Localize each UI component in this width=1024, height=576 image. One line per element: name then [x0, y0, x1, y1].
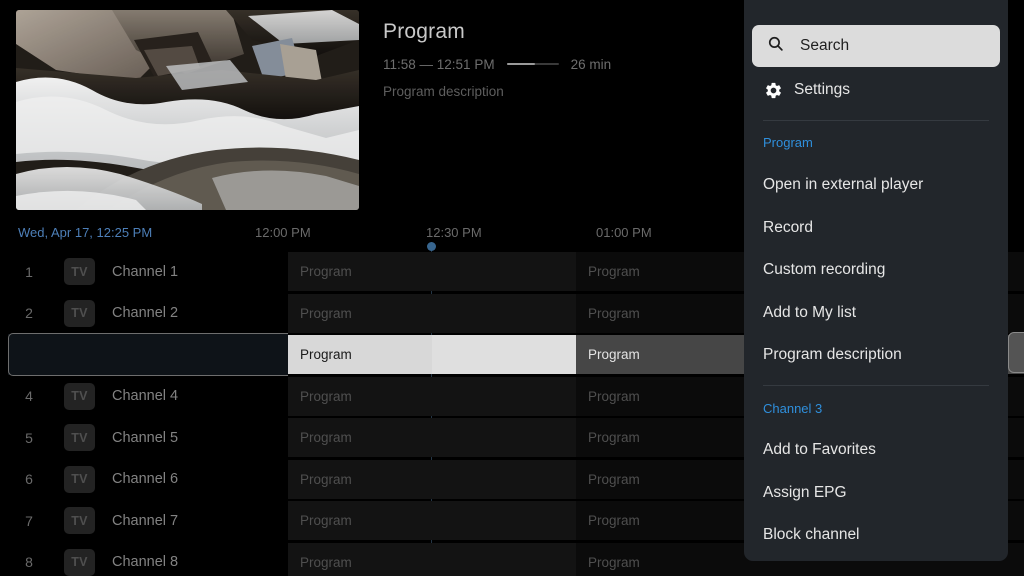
selected-program-cell-edge [1008, 332, 1024, 373]
menu-divider-1 [763, 120, 989, 121]
search-label: Search [800, 37, 850, 54]
channel-number: 2 [25, 305, 33, 321]
program-time-range: 11:58 — 12:51 PM [383, 56, 495, 72]
program-cell[interactable]: Program [288, 501, 576, 540]
program-cell[interactable]: Program [288, 418, 576, 457]
channel-number: 8 [25, 554, 33, 570]
program-description: Program description [383, 84, 504, 99]
channel-name: Channel 1 [112, 263, 179, 280]
search-icon [767, 35, 784, 57]
menu-section-heading-channel: Channel 3 [763, 401, 823, 416]
settings-label: Settings [794, 81, 851, 98]
program-info: Program 11:58 — 12:51 PM 26 min Program … [383, 18, 733, 99]
context-menu-panel: Search Settings Program Open in external… [744, 0, 1008, 561]
menu-item[interactable]: Program description [763, 343, 902, 367]
channel-number: 1 [25, 263, 33, 280]
menu-item[interactable]: Open in external player [763, 173, 923, 197]
menu-item-label: Program description [763, 346, 902, 363]
channel-name: Channel 8 [112, 554, 179, 570]
program-meta: 11:58 — 12:51 PM 26 min [383, 56, 733, 72]
channel-name: Channel 4 [112, 388, 179, 404]
tv-icon: TV [64, 258, 95, 285]
page-title: Program [383, 20, 465, 43]
menu-item[interactable]: Add to Favorites [763, 438, 876, 462]
tv-icon: TV [64, 465, 95, 493]
program-duration: 26 min [570, 56, 612, 72]
menu-item-label: Open in external player [763, 176, 924, 193]
play-icon[interactable] [263, 347, 273, 362]
channel-name: Channel 5 [112, 429, 179, 446]
channel-number: 4 [25, 388, 33, 404]
channel-number: 6 [25, 471, 33, 487]
menu-item-settings[interactable]: Settings [763, 78, 850, 102]
program-cell[interactable]: Program [288, 376, 576, 416]
timeline-tick: 01:00 PM [596, 225, 652, 240]
menu-item[interactable]: Record [763, 216, 813, 240]
channel-name: Channel 7 [112, 512, 179, 529]
menu-item[interactable]: Assign EPG [763, 481, 847, 505]
current-time-dot [427, 242, 436, 251]
timeline-current-date: Wed, Apr 17, 12:25 PM [18, 225, 153, 240]
program-progress-fill [506, 63, 536, 65]
menu-item-label: Add to My list [763, 303, 857, 321]
program-cell[interactable]: Program [288, 459, 576, 499]
menu-item-label: Custom recording [763, 261, 886, 278]
tv-icon: TV [64, 341, 95, 368]
timeline-tick: 12:30 PM [426, 225, 482, 240]
menu-divider-2 [763, 385, 989, 386]
tv-icon: TV [64, 299, 95, 327]
search-input[interactable]: Search [752, 25, 1000, 67]
menu-item-label: Block channel [763, 526, 860, 543]
channel-name: Channel 2 [112, 305, 179, 321]
program-cell-elapsed-split [432, 335, 576, 374]
tv-icon: TV [64, 424, 95, 451]
menu-item-label: Record [763, 218, 813, 236]
menu-item[interactable]: Block channel [763, 523, 860, 547]
channel-number: 3 [25, 346, 33, 363]
program-cell[interactable]: Program [288, 252, 576, 291]
menu-item-label: Assign EPG [763, 483, 847, 501]
tv-icon: TV [64, 382, 95, 410]
program-progress-bar [506, 63, 559, 65]
channel-name: Channel 3 [112, 346, 179, 363]
channel-number: 5 [25, 429, 33, 446]
timeline-tick: 12:00 PM [255, 225, 311, 240]
menu-section-heading-program: Program [763, 135, 813, 150]
menu-item[interactable]: Custom recording [763, 258, 885, 282]
program-preview-thumbnail[interactable] [16, 10, 359, 210]
epg-screen: Program 11:58 — 12:51 PM 26 min Program … [0, 0, 1024, 576]
tv-icon: TV [64, 507, 95, 534]
program-cell[interactable]: Program [288, 293, 576, 333]
tv-icon: TV [64, 548, 95, 576]
menu-item[interactable]: Add to My list [763, 301, 856, 325]
channel-number: 7 [25, 512, 33, 529]
menu-item-label: Add to Favorites [763, 441, 876, 458]
program-cell[interactable]: Program [288, 542, 576, 576]
gear-icon [763, 80, 783, 100]
channel-name: Channel 6 [112, 471, 179, 487]
